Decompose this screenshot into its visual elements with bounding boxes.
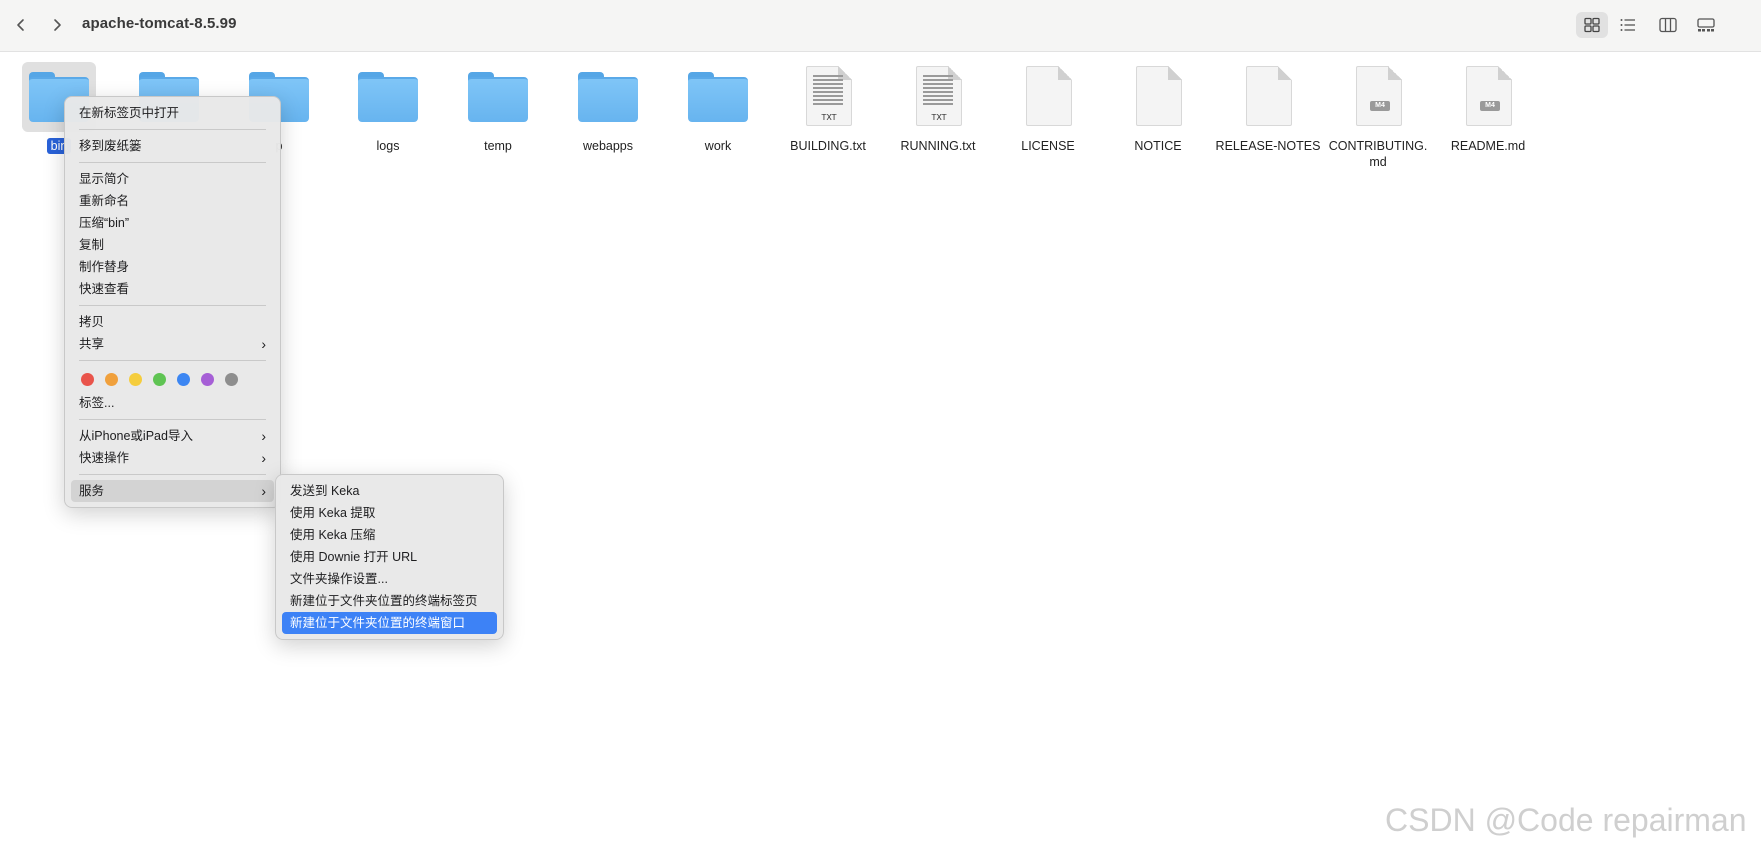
- chevron-right-icon: ›: [261, 428, 266, 444]
- menu-item-downie-open-url[interactable]: 使用 Downie 打开 URL: [282, 546, 497, 568]
- text-file-icon: TXT: [901, 62, 975, 132]
- menu-item-label: 共享: [79, 337, 105, 351]
- tag-color-row: [71, 366, 274, 392]
- folder-icon: [681, 62, 755, 132]
- folder-icon: [351, 62, 425, 132]
- file-item-running[interactable]: TXT RUNNING.txt: [883, 62, 993, 154]
- back-button[interactable]: [8, 12, 34, 38]
- menu-item-extract-keka[interactable]: 使用 Keka 提取: [282, 502, 497, 524]
- column-view-button[interactable]: [1652, 12, 1684, 38]
- menu-separator: [79, 162, 266, 163]
- grid-icon: [1584, 17, 1600, 33]
- folder-icon: [571, 62, 645, 132]
- item-label: BUILDING.txt: [790, 139, 866, 153]
- context-menu: 在新标签页中打开 移到废纸篓 显示简介 重新命名 压缩“bin” 复制 制作替身…: [64, 96, 281, 508]
- folder-item-work[interactable]: work: [663, 62, 773, 154]
- menu-item-quick-look[interactable]: 快速查看: [71, 278, 274, 300]
- menu-separator: [79, 305, 266, 306]
- folder-item-temp[interactable]: temp: [443, 62, 553, 154]
- tag-gray[interactable]: [225, 372, 238, 386]
- chevron-right-icon: ›: [261, 336, 266, 352]
- menu-item-new-terminal-tab[interactable]: 新建位于文件夹位置的终端标签页: [282, 590, 497, 612]
- file-item-release-notes[interactable]: RELEASE-NOTES: [1213, 62, 1323, 154]
- list-icon: [1620, 19, 1635, 31]
- chevron-right-icon: ›: [261, 450, 266, 466]
- menu-item-tags[interactable]: 标签...: [71, 392, 274, 414]
- tag-blue[interactable]: [177, 372, 190, 386]
- file-item-readme[interactable]: M4 README.md: [1433, 62, 1543, 154]
- folder-icon: [461, 62, 535, 132]
- chevron-left-icon: [17, 19, 24, 31]
- file-item-notice[interactable]: NOTICE: [1103, 62, 1213, 154]
- item-label: work: [704, 139, 732, 153]
- file-item-contributing[interactable]: M4 CONTRIBUTING. md: [1323, 62, 1433, 170]
- menu-item-new-terminal-window[interactable]: 新建位于文件夹位置的终端窗口: [282, 612, 497, 634]
- chevron-right-icon: [54, 19, 61, 31]
- menu-item-send-to-keka[interactable]: 发送到 Keka: [282, 480, 497, 502]
- item-label: NOTICE: [1134, 139, 1182, 153]
- menu-item-rename[interactable]: 重新命名: [71, 190, 274, 212]
- window-title: apache-tomcat-8.5.99: [82, 15, 237, 32]
- services-submenu: 发送到 Keka 使用 Keka 提取 使用 Keka 压缩 使用 Downie…: [275, 474, 504, 640]
- file-item-building[interactable]: TXT BUILDING.txt: [773, 62, 883, 154]
- menu-separator: [79, 129, 266, 130]
- menu-separator: [79, 360, 266, 361]
- list-view-button[interactable]: [1612, 12, 1644, 38]
- folder-item-logs[interactable]: logs: [333, 62, 443, 154]
- menu-item-label: 快速操作: [79, 451, 130, 465]
- blank-file-icon: [1121, 62, 1195, 132]
- menu-item-folder-actions-setup[interactable]: 文件夹操作设置...: [282, 568, 497, 590]
- icon-view-button[interactable]: [1576, 12, 1608, 38]
- item-label: temp: [484, 139, 512, 153]
- item-label: webapps: [582, 139, 634, 153]
- menu-item-quick-actions[interactable]: 快速操作 ›: [71, 447, 274, 469]
- menu-item-duplicate[interactable]: 复制: [71, 234, 274, 256]
- menu-separator: [79, 419, 266, 420]
- menu-item-move-to-trash[interactable]: 移到废纸篓: [71, 135, 274, 157]
- forward-button[interactable]: [44, 12, 70, 38]
- text-file-icon: TXT: [791, 62, 865, 132]
- gallery-view-button[interactable]: [1690, 12, 1722, 38]
- chevron-right-icon: ›: [261, 483, 266, 499]
- menu-item-copy[interactable]: 拷贝: [71, 311, 274, 333]
- menu-item-label: 从iPhone或iPad导入: [79, 429, 193, 443]
- menu-item-import-from-iphone[interactable]: 从iPhone或iPad导入 ›: [71, 425, 274, 447]
- tag-purple[interactable]: [201, 372, 214, 386]
- blank-file-icon: [1231, 62, 1305, 132]
- menu-item-open-new-tab[interactable]: 在新标签页中打开: [71, 102, 274, 124]
- markdown-file-icon: M4: [1341, 62, 1415, 132]
- file-item-license[interactable]: LICENSE: [993, 62, 1103, 154]
- item-label: RELEASE-NOTES: [1215, 139, 1321, 153]
- tag-green[interactable]: [153, 372, 166, 386]
- menu-item-share[interactable]: 共享 ›: [71, 333, 274, 355]
- folder-item-webapps[interactable]: webapps: [553, 62, 663, 154]
- item-label: LICENSE: [1021, 139, 1075, 153]
- gallery-icon: [1697, 18, 1715, 32]
- menu-item-label: 服务: [79, 484, 105, 498]
- menu-item-compress[interactable]: 压缩“bin”: [71, 212, 274, 234]
- finder-toolbar: apache-tomcat-8.5.99: [0, 0, 1761, 52]
- item-label: README.md: [1450, 139, 1526, 153]
- item-label: logs: [376, 139, 400, 153]
- menu-item-get-info[interactable]: 显示简介: [71, 168, 274, 190]
- watermark: CSDN @Code repairman: [1385, 802, 1747, 838]
- item-label: CONTRIBUTING. md: [1328, 139, 1428, 169]
- menu-item-services[interactable]: 服务 ›: [71, 480, 274, 502]
- markdown-file-icon: M4: [1451, 62, 1525, 132]
- columns-icon: [1659, 17, 1677, 33]
- tag-orange[interactable]: [105, 372, 118, 386]
- tag-yellow[interactable]: [129, 372, 142, 386]
- menu-item-make-alias[interactable]: 制作替身: [71, 256, 274, 278]
- tag-red[interactable]: [81, 372, 94, 386]
- blank-file-icon: [1011, 62, 1085, 132]
- menu-item-compress-keka[interactable]: 使用 Keka 压缩: [282, 524, 497, 546]
- menu-separator: [79, 474, 266, 475]
- item-label: RUNNING.txt: [900, 139, 976, 153]
